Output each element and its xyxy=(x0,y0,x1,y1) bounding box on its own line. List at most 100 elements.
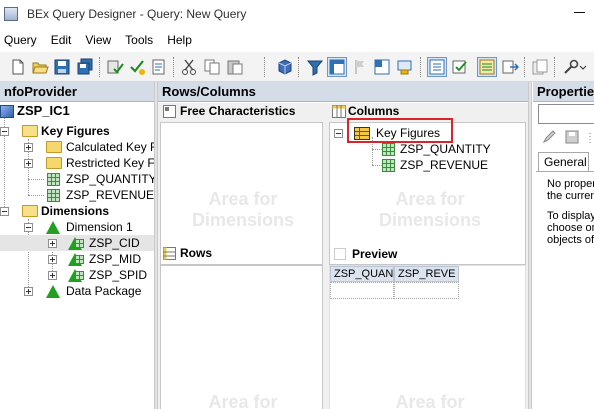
preview-column-header[interactable]: ZSP_QUAN xyxy=(330,266,394,282)
save-icon[interactable] xyxy=(53,58,71,76)
tree-item-label: ZSP_QUANTITY xyxy=(66,172,157,186)
rows-columns-header: Rows/Columns xyxy=(158,82,528,102)
tree-item-restricted-key-figures[interactable]: Restricted Key Fig xyxy=(0,155,164,171)
where-used-icon[interactable] xyxy=(477,57,497,77)
tree-item-dimensions[interactable]: Dimensions xyxy=(0,203,154,219)
tree-item-zsp-quantity[interactable]: ZSP_QUANTITY xyxy=(0,171,157,187)
properties-text: objects of xyxy=(547,234,594,246)
menu-query[interactable]: Query xyxy=(0,33,45,47)
check-icon[interactable] xyxy=(106,58,124,76)
preview-column-header[interactable]: ZSP_REVE xyxy=(394,266,459,282)
rows-label: Rows xyxy=(180,246,213,260)
properties-icon[interactable] xyxy=(427,57,447,77)
tree-item-zsp-revenue[interactable]: ZSP_REVENUE xyxy=(0,187,154,203)
rows-area[interactable]: Area for xyxy=(160,265,323,409)
preview-cell xyxy=(394,282,459,299)
expand-icon[interactable] xyxy=(24,287,33,296)
rows-icon xyxy=(163,247,176,260)
properties-text: To display xyxy=(547,210,594,222)
columns-area[interactable]: Area for Dimensions Key Figures ZSP_QUAN… xyxy=(329,122,526,265)
infoprovider-header: nfoProvider xyxy=(0,82,154,102)
menu-view[interactable]: View xyxy=(79,33,119,47)
columns-tree-zsp-revenue[interactable]: ZSP_REVENUE xyxy=(332,157,522,173)
area-watermark-line: Area for xyxy=(395,189,465,209)
cells-icon[interactable] xyxy=(373,58,391,76)
tree-line xyxy=(28,179,44,180)
tree-item-zsp-mid[interactable]: ZSP_MID xyxy=(0,251,154,267)
toolbar-separator xyxy=(173,57,174,77)
execute-icon[interactable] xyxy=(128,58,146,76)
expand-icon[interactable] xyxy=(24,159,33,168)
columns-icon xyxy=(332,105,346,118)
minimize-icon[interactable] xyxy=(574,6,586,18)
properties-selector[interactable] xyxy=(538,104,594,124)
collapse-icon[interactable] xyxy=(0,127,9,136)
tree-item-label: ZSP_SPID xyxy=(89,268,148,282)
folder-icon xyxy=(46,141,62,153)
expand-icon[interactable] xyxy=(24,143,33,152)
tree-item-dimension-1[interactable]: Dimension 1 xyxy=(0,219,154,235)
filter-icon[interactable] xyxy=(306,58,324,76)
tab-underline xyxy=(536,171,594,172)
expand-icon[interactable] xyxy=(48,239,57,248)
copy-icon[interactable] xyxy=(203,58,221,76)
tree-item-label: ZSP_QUANTITY xyxy=(400,142,491,156)
toolbar-separator xyxy=(99,57,100,77)
collapse-icon[interactable] xyxy=(24,223,33,232)
new-icon[interactable] xyxy=(9,58,27,76)
tab-general[interactable]: General xyxy=(538,152,589,172)
tree-item-label: ZSP_CID xyxy=(89,236,140,250)
dimension-icon xyxy=(46,285,60,298)
tree-root-infocube[interactable]: ZSP_IC1 xyxy=(0,103,154,119)
tree-line xyxy=(372,149,382,150)
tree-item-data-package[interactable]: Data Package xyxy=(0,283,154,299)
expand-icon[interactable] xyxy=(48,255,57,264)
area-watermark: Area for Dimensions xyxy=(163,189,323,231)
columns-tree-zsp-quantity[interactable]: ZSP_QUANTITY xyxy=(332,141,522,157)
menu-edit[interactable]: Edit xyxy=(45,33,80,47)
folder-open-icon xyxy=(22,125,38,137)
cut-icon[interactable] xyxy=(180,58,198,76)
save-all-icon[interactable] xyxy=(76,58,94,76)
tree-line xyxy=(28,195,44,196)
tree-line xyxy=(372,165,382,166)
menu-tools[interactable]: Tools xyxy=(119,33,161,47)
key-figure-icon xyxy=(47,189,60,202)
rows-columns-icon[interactable] xyxy=(327,57,347,77)
area-watermark-line: Dimensions xyxy=(191,210,295,230)
tree-item-label: Key Figures xyxy=(41,124,110,138)
free-characteristics-label: Free Characteristics xyxy=(180,104,296,118)
save-icon[interactable] xyxy=(565,130,579,144)
menu-help[interactable]: Help xyxy=(161,33,200,47)
title-bar: BEx Query Designer - Query: New Query xyxy=(0,0,594,28)
properties-panel xyxy=(533,103,594,409)
free-characteristics-area[interactable]: Area for Dimensions xyxy=(160,122,323,265)
flag-icon[interactable] xyxy=(351,58,369,76)
chevron-down-icon[interactable] xyxy=(578,58,588,76)
open-icon[interactable] xyxy=(31,58,49,76)
area-watermark: Area for xyxy=(163,392,323,409)
messages-icon[interactable] xyxy=(451,58,469,76)
preview-cell xyxy=(330,282,394,299)
characteristic-grid-icon xyxy=(75,239,84,248)
tree-item-zsp-spid[interactable]: ZSP_SPID xyxy=(0,267,154,283)
toolbar-separator xyxy=(420,57,421,77)
more-options-icon[interactable] xyxy=(586,132,594,144)
conditions-icon[interactable] xyxy=(396,58,414,76)
app-icon xyxy=(4,7,18,21)
collapse-icon[interactable] xyxy=(0,207,9,216)
preview-label: Preview xyxy=(352,247,398,261)
splitter[interactable] xyxy=(528,82,532,409)
tree-item-calculated-key-figures[interactable]: Calculated Key Fig xyxy=(0,139,167,155)
tree-item-key-figures[interactable]: Key Figures xyxy=(0,123,154,139)
documents-icon[interactable] xyxy=(531,58,549,76)
tasks-icon[interactable] xyxy=(150,58,168,76)
expand-icon[interactable] xyxy=(48,271,57,280)
paste-icon[interactable] xyxy=(226,58,244,76)
tree-item-zsp-cid[interactable]: ZSP_CID xyxy=(0,235,154,251)
collapse-icon[interactable] xyxy=(334,129,343,138)
more-icon[interactable] xyxy=(501,58,519,76)
infoprovider-icon[interactable] xyxy=(276,58,294,76)
edit-icon[interactable] xyxy=(542,130,556,144)
menu-bar: Query Edit View Tools Help xyxy=(0,28,594,52)
